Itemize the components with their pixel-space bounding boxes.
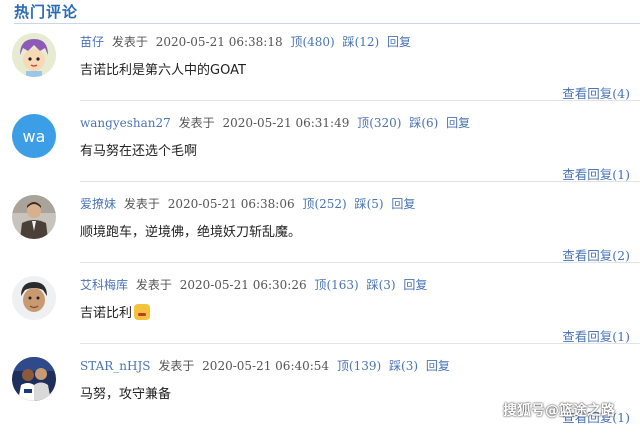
downvote-button[interactable]: 踩(3) xyxy=(367,278,396,292)
comment-time: 2020-05-21 06:31:49 xyxy=(222,116,350,130)
comment-meta: 爱撩妹 发表于 2020-05-21 06:38:06 顶(252) 踩(5) … xyxy=(80,195,419,212)
upvote-label: 顶 xyxy=(290,35,303,49)
upvote-button[interactable]: 顶(320) xyxy=(357,116,401,130)
cartoon-avatar-icon xyxy=(12,33,56,77)
upvote-count: (252) xyxy=(314,197,347,211)
comment-text: 吉诺比利是第六人中的GOAT xyxy=(80,63,246,78)
avatar[interactable] xyxy=(12,33,56,77)
comment-meta: 艾科梅库 发表于 2020-05-21 06:30:26 顶(163) 踩(3)… xyxy=(80,276,431,293)
avatar-initials: wa xyxy=(22,126,46,146)
comment-text: 有马努在还选个毛啊 xyxy=(80,144,198,159)
avatar[interactable]: wa xyxy=(12,114,56,158)
header-divider xyxy=(14,23,640,24)
downvote-label: 踩 xyxy=(366,278,379,292)
upvote-button[interactable]: 顶(163) xyxy=(314,278,358,292)
comment-divider xyxy=(80,262,640,263)
reply-button[interactable]: 回复 xyxy=(391,197,415,211)
downvote-button[interactable]: 踩(6) xyxy=(409,116,438,130)
downvote-button[interactable]: 踩(5) xyxy=(355,197,384,211)
posted-label: 发表于 xyxy=(158,359,195,373)
upvote-button[interactable]: 顶(252) xyxy=(302,197,346,211)
upvote-button[interactable]: 顶(480) xyxy=(290,35,334,49)
username-link[interactable]: wangyeshan27 xyxy=(80,116,171,130)
cartoon-face-avatar-icon xyxy=(12,276,56,320)
photo-avatar-icon xyxy=(12,195,56,239)
username-link[interactable]: 苗仔 xyxy=(80,35,104,49)
comment-meta: STAR_nHJS 发表于 2020-05-21 06:40:54 顶(139)… xyxy=(80,357,454,374)
comment-meta: 苗仔 发表于 2020-05-21 06:38:18 顶(480) 踩(12) … xyxy=(80,33,415,50)
reply-button[interactable]: 回复 xyxy=(387,35,411,49)
downvote-count: (5) xyxy=(366,197,384,211)
comment-divider xyxy=(80,343,640,344)
upvote-count: (480) xyxy=(302,35,335,49)
upvote-label: 顶 xyxy=(336,359,349,373)
comment-time: 2020-05-21 06:38:18 xyxy=(155,35,283,49)
comment-divider xyxy=(80,181,640,182)
reply-button[interactable]: 回复 xyxy=(446,116,470,130)
comment-item: 爱撩妹 发表于 2020-05-21 06:38:06 顶(252) 踩(5) … xyxy=(0,195,640,275)
comment-item: wa wangyeshan27 发表于 2020-05-21 06:31:49 … xyxy=(0,114,640,194)
avatar[interactable] xyxy=(12,195,56,239)
comment-time: 2020-05-21 06:38:06 xyxy=(167,197,295,211)
downvote-count: (3) xyxy=(378,278,396,292)
upvote-label: 顶 xyxy=(302,197,315,211)
comment-item: 苗仔 发表于 2020-05-21 06:38:18 顶(480) 踩(12) … xyxy=(0,33,640,113)
comment-meta: wangyeshan27 发表于 2020-05-21 06:31:49 顶(3… xyxy=(80,114,474,131)
section-header: 热门评论 xyxy=(0,0,640,24)
downvote-button[interactable]: 踩(3) xyxy=(389,359,418,373)
comment-text: 顺境跑车，逆境佛，绝境妖刀斩乱魔。 xyxy=(80,225,302,240)
downvote-button[interactable]: 踩(12) xyxy=(343,35,380,49)
shocked-emoji-icon xyxy=(134,304,151,320)
avatar[interactable] xyxy=(12,276,56,320)
downvote-label: 踩 xyxy=(409,116,422,130)
avatar[interactable] xyxy=(12,357,56,401)
reply-button[interactable]: 回复 xyxy=(426,359,450,373)
photo-players-avatar-icon xyxy=(12,357,56,401)
upvote-count: (320) xyxy=(369,116,402,130)
posted-label: 发表于 xyxy=(178,116,215,130)
posted-label: 发表于 xyxy=(111,35,148,49)
reply-button[interactable]: 回复 xyxy=(403,278,427,292)
comment-item: STAR_nHJS 发表于 2020-05-21 06:40:54 顶(139)… xyxy=(0,357,640,437)
downvote-label: 踩 xyxy=(354,197,367,211)
upvote-label: 顶 xyxy=(357,116,370,130)
username-link[interactable]: 艾科梅库 xyxy=(80,278,128,292)
upvote-count: (163) xyxy=(326,278,359,292)
comment-text: 吉诺比利 xyxy=(80,302,151,321)
section-title: 热门评论 xyxy=(14,3,79,21)
username-link[interactable]: 爱撩妹 xyxy=(80,197,116,211)
upvote-count: (139) xyxy=(348,359,382,373)
comment-time: 2020-05-21 06:40:54 xyxy=(202,359,330,373)
username-link[interactable]: STAR_nHJS xyxy=(80,359,151,373)
downvote-count: (3) xyxy=(401,359,419,373)
posted-label: 发表于 xyxy=(123,197,160,211)
comment-item: 艾科梅库 发表于 2020-05-21 06:30:26 顶(163) 踩(3)… xyxy=(0,276,640,356)
posted-label: 发表于 xyxy=(135,278,172,292)
downvote-count: (6) xyxy=(421,116,439,130)
comment-text-body: 吉诺比利 xyxy=(80,306,133,321)
comment-text: 马努，攻守兼备 xyxy=(80,387,172,402)
watermark: 搜狐号@篮途之路 xyxy=(503,403,615,419)
downvote-count: (12) xyxy=(354,35,380,49)
comment-time: 2020-05-21 06:30:26 xyxy=(179,278,307,292)
upvote-label: 顶 xyxy=(314,278,327,292)
comment-divider xyxy=(80,100,640,101)
downvote-label: 踩 xyxy=(389,359,402,373)
upvote-button[interactable]: 顶(139) xyxy=(337,359,381,373)
downvote-label: 踩 xyxy=(342,35,355,49)
